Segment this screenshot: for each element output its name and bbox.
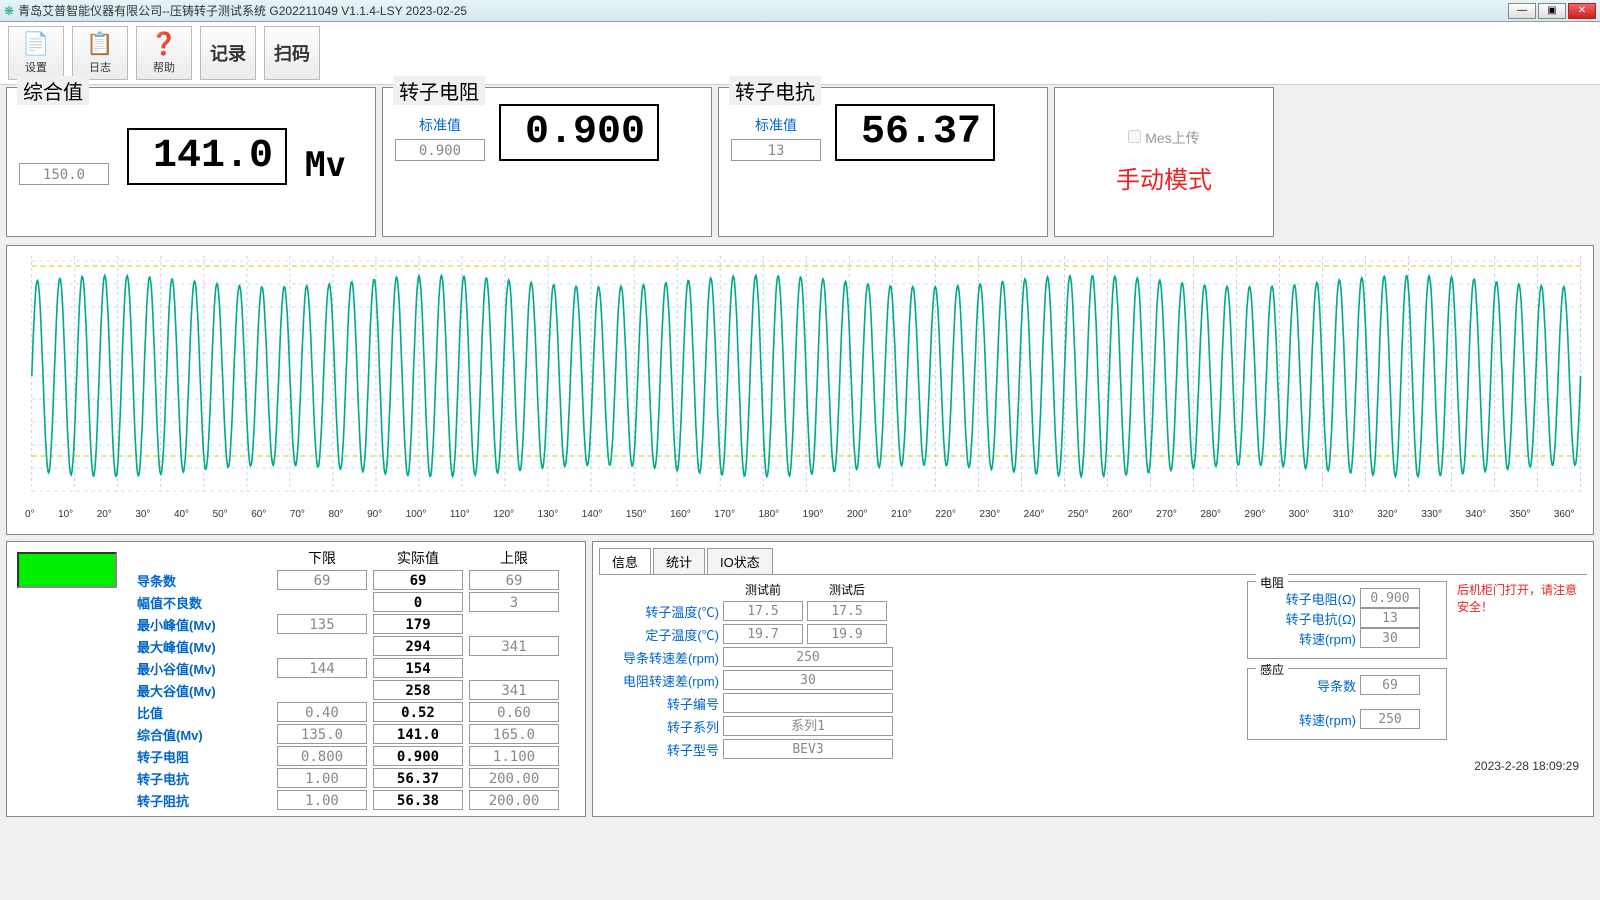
rotor-model-label: 转子型号 <box>599 740 719 759</box>
mode-panel: Mes上传 手动模式 <box>1054 87 1274 237</box>
settings-button[interactable]: 📄设置 <box>8 26 64 80</box>
rotor-no-val <box>723 693 893 713</box>
waveform-svg <box>7 246 1593 506</box>
col-before: 测试前 <box>723 581 803 598</box>
res-speed-val: 30 <box>723 670 893 690</box>
row-label: 综合值(Mv) <box>131 725 271 744</box>
app-icon: ❋ <box>4 4 14 18</box>
tab-info[interactable]: 信息 <box>599 548 651 574</box>
row-label: 最大谷值(Mv) <box>131 681 271 700</box>
row-label: 最小谷值(Mv) <box>131 659 271 678</box>
reactance-value: 56.37 <box>835 104 995 161</box>
waveform-chart: 0°10°20°30°40°50°60°70°80°90°100°110°120… <box>6 245 1594 535</box>
waveform-axis: 0°10°20°30°40°50°60°70°80°90°100°110°120… <box>7 509 1593 520</box>
stator-temp-after: 19.9 <box>807 624 887 644</box>
minimize-button[interactable]: — <box>1508 3 1536 19</box>
window-title: 青岛艾普智能仪器有限公司--压铸转子测试系统 G202211049 V1.1.4… <box>18 2 1508 19</box>
mes-checkbox[interactable]: Mes上传 <box>1128 128 1199 148</box>
composite-panel: 综合值 150.0 141.0 Mv <box>6 87 376 237</box>
resistance-value: 0.900 <box>499 104 659 161</box>
resistance-panel: 转子电阻 标准值 0.900 0.900 <box>382 87 712 237</box>
row-label: 幅值不良数 <box>131 593 271 612</box>
induction-fieldset: 感应 导条数69 转速(rpm)250 <box>1247 668 1447 740</box>
title-bar: ❋ 青岛艾普智能仪器有限公司--压铸转子测试系统 G202211049 V1.1… <box>0 0 1600 22</box>
rotor-no-label: 转子编号 <box>599 694 719 713</box>
composite-value: 141.0 <box>127 128 287 185</box>
stator-temp-label: 定子温度(℃) <box>599 625 719 644</box>
row-label: 最大峰值(Mv) <box>131 637 271 656</box>
row-label: 比值 <box>131 703 271 722</box>
mode-label: 手动模式 <box>1116 160 1212 195</box>
rotor-temp-before: 17.5 <box>723 601 803 621</box>
resistance-fieldset: 电阻 转子电阻(Ω)0.900 转子电抗(Ω)13 转速(rpm)30 <box>1247 581 1447 659</box>
row-label: 导条数 <box>131 571 271 590</box>
tab-io[interactable]: IO状态 <box>707 548 773 574</box>
status-light <box>17 552 117 588</box>
rotor-series-label: 转子系列 <box>599 717 719 736</box>
col-after: 测试后 <box>807 581 887 598</box>
res-speed-label: 电阻转速差(rpm) <box>599 671 719 690</box>
info-panel: 信息 统计 IO状态 测试前测试后 转子温度(℃)17.517.5 定子温度(℃… <box>592 541 1594 817</box>
composite-unit: Mv <box>305 145 346 185</box>
help-icon: ❓ <box>150 31 177 57</box>
help-button[interactable]: ❓帮助 <box>136 26 192 80</box>
log-icon: 📋 <box>86 31 113 57</box>
rotor-temp-after: 17.5 <box>807 601 887 621</box>
results-table: 下限实际值上限导条数696969幅值不良数03最小峰值(Mv)135179最大峰… <box>131 548 559 810</box>
settings-icon: 📄 <box>22 31 49 57</box>
resistance-title: 转子电阻 <box>393 76 485 105</box>
bar-speed-val: 250 <box>723 647 893 667</box>
maximize-button[interactable]: ▣ <box>1538 3 1566 19</box>
record-button[interactable]: 记录 <box>200 26 256 80</box>
results-panel: 下限实际值上限导条数696969幅值不良数03最小峰值(Mv)135179最大峰… <box>6 541 586 817</box>
window-controls: — ▣ ✕ <box>1508 3 1596 19</box>
composite-title: 综合值 <box>17 76 89 105</box>
log-button[interactable]: 📋日志 <box>72 26 128 80</box>
bar-speed-label: 导条转速差(rpm) <box>599 648 719 667</box>
reactance-title: 转子电抗 <box>729 76 821 105</box>
tab-stats[interactable]: 统计 <box>653 548 705 574</box>
top-panels: 综合值 150.0 141.0 Mv 转子电阻 标准值 0.900 0.900 … <box>0 85 1600 239</box>
resistance-std-label: 标准值 <box>419 115 461 135</box>
rotor-series-val: 系列1 <box>723 716 893 736</box>
warning-text: 后机柜门打开，请注意安全！ <box>1457 581 1587 759</box>
row-label: 转子阻抗 <box>131 791 271 810</box>
scan-button[interactable]: 扫码 <box>264 26 320 80</box>
row-label: 转子电抗 <box>131 769 271 788</box>
close-button[interactable]: ✕ <box>1568 3 1596 19</box>
reactance-std-label: 标准值 <box>755 115 797 135</box>
tab-bar: 信息 统计 IO状态 <box>599 548 1587 575</box>
rotor-temp-label: 转子温度(℃) <box>599 602 719 621</box>
bottom-section: 下限实际值上限导条数696969幅值不良数03最小峰值(Mv)135179最大峰… <box>0 541 1600 823</box>
composite-std: 150.0 <box>19 163 109 185</box>
timestamp: 2023-2-28 18:09:29 <box>599 759 1587 773</box>
row-label: 最小峰值(Mv) <box>131 615 271 634</box>
rotor-model-val: BEV3 <box>723 739 893 759</box>
reactance-std: 13 <box>731 139 821 161</box>
reactance-panel: 转子电抗 标准值 13 56.37 <box>718 87 1048 237</box>
row-label: 转子电阻 <box>131 747 271 766</box>
resistance-std: 0.900 <box>395 139 485 161</box>
stator-temp-before: 19.7 <box>723 624 803 644</box>
